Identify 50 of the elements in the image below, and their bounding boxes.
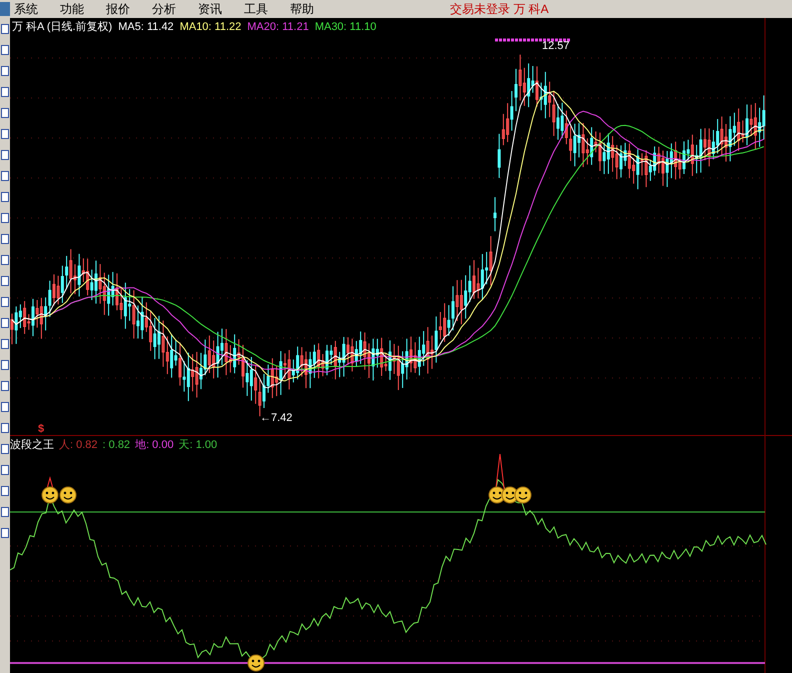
menu-item[interactable]: 功能: [60, 3, 84, 15]
tool-square-icon[interactable]: [1, 423, 9, 433]
menu-item[interactable]: 系统: [14, 3, 38, 15]
ma-value: MA20: 11.21: [247, 20, 309, 35]
tool-square-icon[interactable]: [1, 45, 9, 55]
ma-value: MA10: 11.22: [180, 20, 242, 35]
tool-square-icon[interactable]: [1, 255, 9, 265]
tool-square-icon[interactable]: [1, 444, 9, 454]
smiley-icon: [42, 486, 58, 504]
indicator-name: 波段之王: [10, 438, 54, 453]
menu-item[interactable]: 工具: [244, 3, 268, 15]
tool-square-icon[interactable]: [1, 360, 9, 370]
tool-square-icon[interactable]: [1, 108, 9, 118]
low-price-label: ←7.42: [260, 411, 292, 426]
tool-square-icon[interactable]: [1, 87, 9, 97]
high-price-label: 12.57: [542, 39, 570, 54]
tool-square-icon[interactable]: [1, 507, 9, 517]
menu-item[interactable]: 报价: [106, 3, 130, 15]
signal-mark: $: [38, 422, 44, 437]
tool-square-icon[interactable]: [1, 276, 9, 286]
smiley-icon: [60, 486, 76, 504]
smiley-icon: [514, 486, 532, 504]
tool-square-icon[interactable]: [1, 129, 9, 139]
tool-square-icon[interactable]: [1, 150, 9, 160]
menu-item[interactable]: 分析: [152, 3, 176, 15]
tool-square-icon[interactable]: [1, 528, 9, 538]
tool-square-icon[interactable]: [1, 297, 9, 307]
app-icon: [0, 2, 10, 16]
tool-square-icon[interactable]: [1, 171, 9, 181]
tool-square-icon[interactable]: [1, 486, 9, 496]
tool-square-icon[interactable]: [1, 318, 9, 328]
tool-square-icon[interactable]: [1, 465, 9, 475]
tool-square-icon[interactable]: [1, 192, 9, 202]
tool-square-icon[interactable]: [1, 339, 9, 349]
indicator-value: : 0.82: [102, 438, 130, 453]
tool-square-icon[interactable]: [1, 213, 9, 223]
indicator-value: 天: 1.00: [178, 438, 218, 453]
login-status: 交易未登录 万 科A: [450, 1, 549, 18]
ma-value: MA5: 11.42: [118, 20, 174, 35]
ma-value: MA30: 11.10: [314, 20, 376, 35]
stock-title: 万 科A (日线.前复权): [12, 20, 112, 35]
tool-square-icon[interactable]: [1, 402, 9, 412]
menu-item[interactable]: 帮助: [290, 3, 314, 15]
tool-square-icon[interactable]: [1, 66, 9, 76]
tool-square-icon[interactable]: [1, 381, 9, 391]
indicator-value: 地: 0.00: [135, 438, 174, 453]
tool-square-icon[interactable]: [1, 234, 9, 244]
indicator-value: 人: 0.82: [59, 438, 98, 453]
tool-square-icon[interactable]: [1, 24, 9, 34]
menu-item[interactable]: 资讯: [198, 3, 222, 15]
